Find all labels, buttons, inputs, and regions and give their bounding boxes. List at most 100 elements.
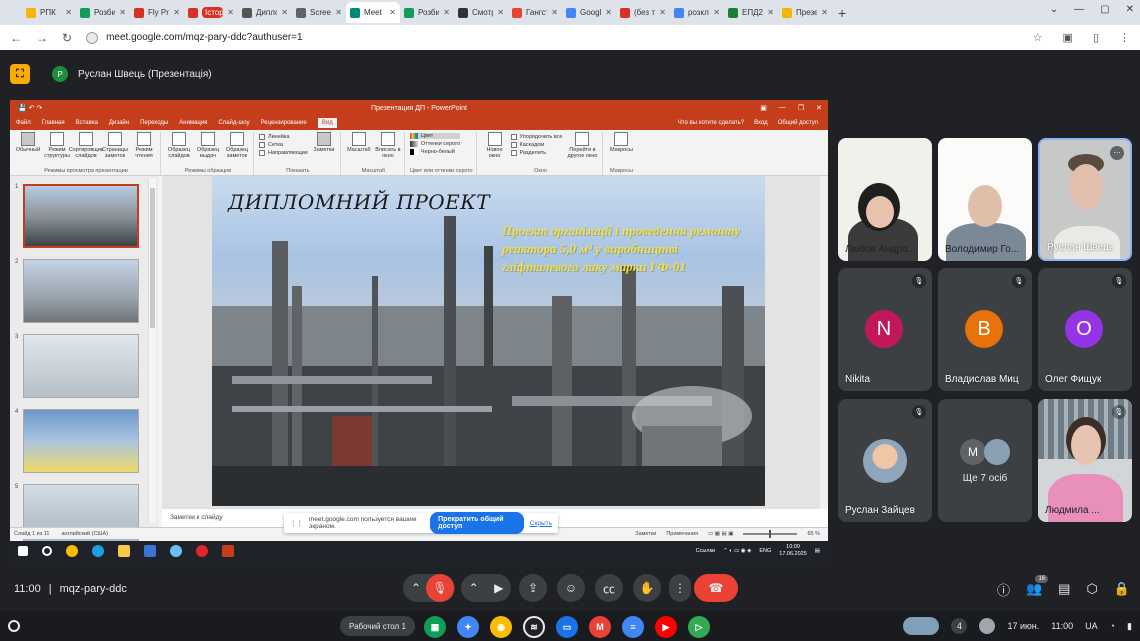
color-option[interactable]: Оттенки серого xyxy=(409,141,460,147)
maximize-icon[interactable]: ▢ xyxy=(1100,4,1109,15)
browser-tab[interactable]: Презент✕ xyxy=(778,2,832,23)
chevron-down-icon[interactable]: ⌄ xyxy=(1050,4,1058,15)
checkbox-box[interactable] xyxy=(259,150,265,156)
minimize-icon[interactable]: — xyxy=(1074,4,1084,15)
ribbon-button[interactable]: Обычный xyxy=(15,132,41,168)
browser-tab[interactable]: розклад ✕ xyxy=(670,2,724,23)
stop-sharing-button[interactable]: Прекратить общий доступ xyxy=(430,512,524,534)
people-icon[interactable]: 👥 16 xyxy=(1026,575,1049,597)
color-option[interactable]: Черно-белый xyxy=(409,149,460,155)
participant-tile[interactable]: 🎙 N Nikita xyxy=(838,268,932,391)
close-icon[interactable]: ✕ xyxy=(1126,4,1134,15)
ribbon-button[interactable]: Масштаб xyxy=(346,132,372,168)
shelf-time[interactable]: 11:00 xyxy=(1051,621,1073,631)
ribbon-button[interactable]: Образец заметок xyxy=(224,132,250,168)
bookmark-icon[interactable]: ☆ xyxy=(1033,31,1043,44)
ribbon-button[interactable]: Страницы заметок xyxy=(102,132,128,168)
ribbon-button[interactable]: Вписать в окно xyxy=(375,132,401,168)
close-icon[interactable]: ✕ xyxy=(281,8,288,17)
youtube-icon[interactable]: ▶ xyxy=(655,616,677,638)
close-icon[interactable]: ✕ xyxy=(816,104,822,112)
drag-handle-icon[interactable]: ⋮⋮ xyxy=(290,519,303,527)
captions-button[interactable]: ㏄ xyxy=(595,574,623,602)
thumbs-scrollbar[interactable] xyxy=(148,178,156,523)
more-participants-tile[interactable]: М Ще 7 осіб xyxy=(938,399,1032,522)
forward-icon[interactable]: → xyxy=(36,31,48,45)
browser-tab[interactable]: Смотрет ✕ xyxy=(454,2,508,23)
close-icon[interactable]: ✕ xyxy=(389,8,396,17)
reactions-button[interactable]: ☺ xyxy=(557,574,585,602)
close-icon[interactable]: ✕ xyxy=(551,8,558,17)
ribbon-tab[interactable]: Файл xyxy=(16,120,31,126)
participant-tile[interactable]: 🎙 Руслан Зайцев xyxy=(838,399,932,522)
leave-call-button[interactable]: ☎ xyxy=(694,574,738,602)
ribbon-tab[interactable]: Анимация xyxy=(179,120,207,126)
minimize-icon[interactable]: — xyxy=(779,104,786,112)
gemini-icon[interactable]: ✦ xyxy=(457,616,479,638)
close-icon[interactable]: ✕ xyxy=(65,8,72,17)
show-checkbox[interactable]: Сетка xyxy=(259,142,308,148)
links-toolbar[interactable]: Ссылки xyxy=(696,548,715,554)
current-slide[interactable]: ДИПЛОМНИЙ ПРОЕКТ Проект організації і пр… xyxy=(212,176,765,506)
ribbon-button[interactable]: Режим чтения xyxy=(131,132,157,168)
checkbox-box[interactable] xyxy=(259,134,265,140)
participant-tile[interactable]: 🎙 Людмила ... xyxy=(1038,399,1132,522)
launcher-icon[interactable] xyxy=(8,620,20,632)
ribbon-button[interactable]: Режим структуры xyxy=(44,132,70,168)
spotify-icon[interactable]: ≋ xyxy=(523,616,545,638)
view-buttons[interactable]: ▭ ▦ ▤ ▣ xyxy=(708,531,733,537)
powerpoint-icon[interactable] xyxy=(222,545,234,557)
sidebar-icon[interactable]: ▯ xyxy=(1093,31,1099,44)
opera-icon[interactable] xyxy=(196,545,208,557)
slide-thumbnail[interactable] xyxy=(23,184,139,248)
ribbon-tab[interactable]: Переходы xyxy=(140,120,168,126)
close-icon[interactable]: ✕ xyxy=(659,8,666,17)
desk-button[interactable]: Рабочий стол 1 xyxy=(340,616,415,636)
windows-start-icon[interactable] xyxy=(18,546,28,556)
participant-tile[interactable]: 🎙 В Владислав Миц xyxy=(938,268,1032,391)
browser-tab[interactable]: (без тем ✕ xyxy=(616,2,670,23)
color-option[interactable]: Цвет xyxy=(409,133,461,139)
close-icon[interactable]: ✕ xyxy=(119,8,126,17)
signin-link[interactable]: Вход xyxy=(754,120,768,126)
ribbon-button[interactable]: Образец выдач xyxy=(195,132,221,168)
browser-tab[interactable]: Fly Proje ✕ xyxy=(130,2,184,23)
ribbon-display-icon[interactable]: ▣ xyxy=(760,104,767,112)
new-tab-button[interactable]: + xyxy=(838,5,846,21)
browser-tab[interactable]: Meet ✕ xyxy=(346,2,400,23)
input-language[interactable]: ENG xyxy=(759,548,771,554)
apps-grid-icon[interactable]: ▦ xyxy=(424,616,446,638)
comments-status-button[interactable]: Примечания xyxy=(666,531,698,537)
camera-toggle-button[interactable]: ⌃ ▶ xyxy=(461,574,511,602)
more-options-button[interactable]: ⋮ xyxy=(669,574,691,602)
ribbon-tab[interactable]: Вставка xyxy=(76,120,98,126)
new-window-button[interactable]: Новое окно xyxy=(482,132,508,168)
browser-tab[interactable]: ЕПД23 н ✕ xyxy=(724,2,778,23)
search-icon[interactable] xyxy=(42,546,52,556)
hide-banner-link[interactable]: Скрыть xyxy=(530,520,552,527)
macros-button[interactable]: Макросы xyxy=(608,132,634,168)
ribbon-tab[interactable]: Рецензирование xyxy=(261,120,307,126)
browser-tab[interactable]: Історія✕ xyxy=(184,2,238,23)
notes-status-button[interactable]: Заметки xyxy=(635,531,656,537)
tab-search-icon[interactable]: ▣ xyxy=(1063,31,1073,44)
notifications-icon[interactable]: ▤ xyxy=(815,548,820,554)
notes-toggle-button[interactable]: Заметки xyxy=(311,132,337,168)
more-options-icon[interactable]: ⋯ xyxy=(1110,146,1124,160)
close-icon[interactable]: ✕ xyxy=(821,8,828,17)
files-icon[interactable]: ▭ xyxy=(556,616,578,638)
play-store-icon[interactable]: ▷ xyxy=(688,616,710,638)
browser-tab[interactable]: Google G ✕ xyxy=(562,2,616,23)
zoom-slider[interactable] xyxy=(743,529,798,538)
share-button[interactable]: Общий доступ xyxy=(778,120,818,126)
present-button[interactable]: ⇪ xyxy=(519,574,547,602)
browser-tab[interactable]: Розбив✕ xyxy=(400,2,454,23)
zoom-level[interactable]: 65 % xyxy=(807,531,820,537)
participant-tile[interactable]: Володимир Го... xyxy=(938,138,1032,261)
restore-icon[interactable]: ❐ xyxy=(798,104,804,112)
window-command[interactable]: Каскадом xyxy=(510,142,563,148)
slide-thumbnail[interactable] xyxy=(23,409,139,473)
mic-toggle-button[interactable]: 🎙 xyxy=(426,574,454,602)
gmail-icon[interactable]: M xyxy=(589,616,611,638)
browser-tab[interactable]: Гангстер ✕ xyxy=(508,2,562,23)
